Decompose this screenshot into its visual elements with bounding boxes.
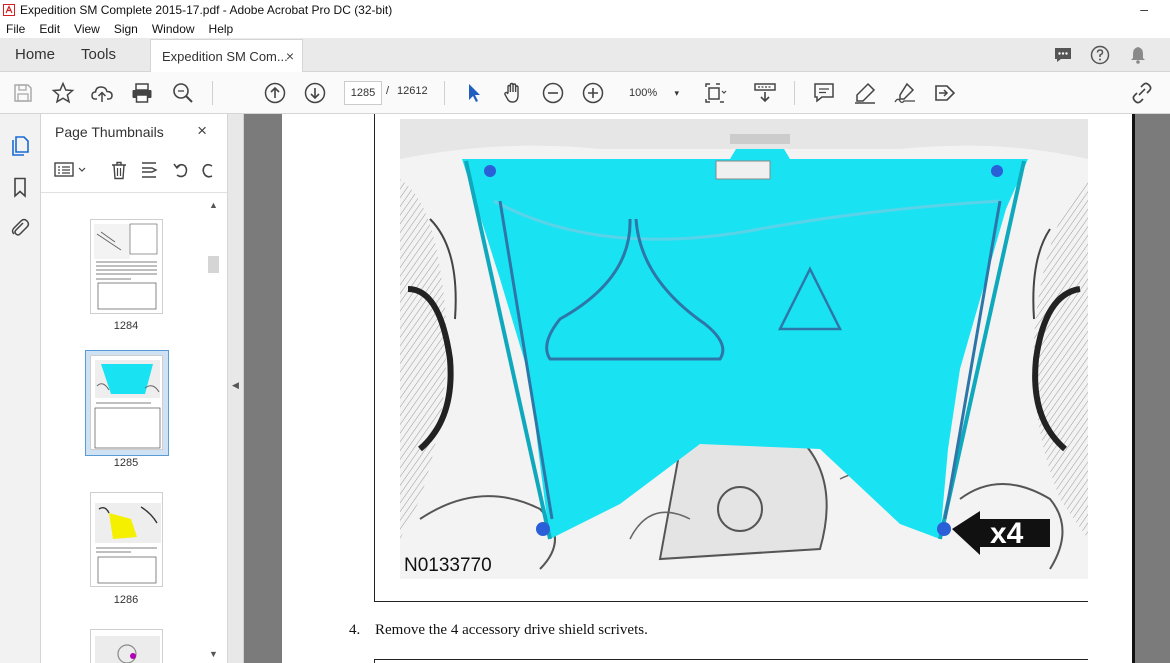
help-icon[interactable] — [1090, 45, 1110, 65]
toolbar-divider — [794, 81, 795, 105]
highlight-pen-icon[interactable] — [853, 81, 877, 105]
zoom-in-icon[interactable] — [581, 81, 605, 105]
page-thumbnail-1285[interactable] — [90, 355, 163, 450]
panel-title: Page Thumbnails — [55, 124, 164, 140]
bookmark-icon[interactable] — [9, 176, 31, 198]
thumbnail-label: 1285 — [113, 457, 139, 469]
chat-icon[interactable] — [1053, 45, 1073, 65]
trash-icon[interactable] — [109, 160, 129, 180]
figure-frame — [374, 601, 1088, 602]
page-thumbnail-next[interactable] — [90, 629, 163, 663]
sign-icon[interactable] — [893, 81, 917, 105]
upload-icon[interactable] — [90, 81, 114, 105]
page-number-input[interactable] — [344, 81, 382, 105]
tab-bar: Home Tools Expedition SM Com... × — [0, 38, 1170, 73]
step-text: Remove the 4 accessory drive shield scri… — [375, 622, 648, 638]
insert-page-icon[interactable] — [139, 160, 159, 180]
page-total: 12612 — [397, 85, 428, 97]
page-edge — [1132, 114, 1135, 663]
thumbnail-preview — [95, 503, 161, 584]
zoom-search-icon[interactable] — [171, 81, 195, 105]
send-icon[interactable] — [933, 81, 957, 105]
scrollbar-thumb[interactable] — [208, 256, 219, 273]
toolbar-divider — [444, 81, 445, 105]
thumbnail-preview — [94, 360, 161, 449]
window-title: Expedition SM Complete 2015-17.pdf - Ado… — [20, 2, 393, 17]
thumbnail-preview — [94, 223, 158, 310]
collapse-left-icon[interactable]: ◀ — [232, 380, 239, 391]
page-thumbnail-1286[interactable] — [90, 492, 163, 587]
page-up-icon[interactable] — [263, 81, 287, 105]
page-separator: / — [386, 85, 390, 97]
tab-close-button[interactable]: × — [286, 48, 294, 64]
page-thumbnails-icon[interactable] — [9, 134, 31, 156]
next-figure-frame — [374, 659, 375, 663]
tab-tools[interactable]: Tools — [81, 38, 116, 72]
print-icon[interactable] — [130, 81, 154, 105]
bell-icon[interactable] — [1128, 45, 1148, 65]
document-viewport[interactable]: x4 N0133770 4. Remove the 4 accessory dri… — [244, 114, 1170, 663]
pdf-page: x4 N0133770 4. Remove the 4 accessory dri… — [282, 114, 1134, 663]
left-nav-rail — [0, 114, 41, 663]
title-bar: Expedition SM Complete 2015-17.pdf - Ado… — [0, 0, 1170, 19]
procedure-step: 4. Remove the 4 accessory drive shield sc… — [349, 622, 648, 639]
zoom-value: 100% — [629, 87, 658, 99]
chevron-down-icon[interactable]: ▼ — [209, 649, 218, 659]
chevron-down-icon: ▾ — [674, 88, 679, 98]
thumbnail-label: 1286 — [113, 594, 139, 606]
zoom-out-icon[interactable] — [541, 81, 565, 105]
select-arrow-icon[interactable] — [462, 81, 486, 105]
thumbnail-scrollbar[interactable]: ▲ ▼ — [206, 196, 220, 663]
save-icon[interactable] — [11, 81, 35, 105]
tab-document[interactable]: Expedition SM Com... × — [150, 39, 303, 73]
figure-frame — [374, 114, 375, 602]
thumbnail-label: 1284 — [113, 320, 139, 332]
minimize-button[interactable]: – — [1140, 1, 1148, 17]
hand-icon[interactable] — [501, 81, 525, 105]
step-number: 4. — [349, 622, 361, 638]
zoom-dropdown[interactable]: 100% ▾ — [620, 81, 686, 105]
menu-edit[interactable]: Edit — [39, 22, 60, 36]
rotate-cw-icon[interactable] — [199, 160, 213, 180]
comment-icon[interactable] — [812, 81, 836, 105]
menu-view[interactable]: View — [74, 22, 100, 36]
rotate-ccw-icon[interactable] — [171, 160, 191, 180]
panel-divider — [41, 192, 227, 193]
tab-document-label: Expedition SM Com... — [162, 49, 288, 64]
next-figure-frame — [374, 659, 1088, 660]
scroll-mode-icon[interactable] — [753, 81, 777, 105]
menu-help[interactable]: Help — [209, 22, 234, 36]
page-thumbnail-1284[interactable] — [90, 219, 163, 314]
toolbar-divider — [212, 81, 213, 105]
options-menu-icon[interactable] — [54, 160, 88, 180]
menu-window[interactable]: Window — [152, 22, 195, 36]
page-down-icon[interactable] — [303, 81, 327, 105]
attachment-icon[interactable] — [9, 217, 31, 239]
chevron-up-icon[interactable]: ▲ — [209, 200, 218, 210]
acrobat-logo-icon — [3, 3, 15, 16]
page-thumbnails-panel: Page Thumbnails × 1284 1285 1286 ▲ ▼ — [41, 114, 228, 663]
menu-bar: File Edit View Sign Window Help — [0, 19, 1170, 38]
figure-id: N0133770 — [404, 555, 492, 576]
menu-sign[interactable]: Sign — [114, 22, 138, 36]
share-link-icon[interactable] — [1130, 81, 1154, 105]
tab-home[interactable]: Home — [15, 38, 55, 72]
callout-label: x4 — [990, 517, 1024, 550]
menu-file[interactable]: File — [6, 22, 25, 36]
accessory-drive-shield-illustration: x4 N0133770 — [400, 119, 1088, 579]
close-icon[interactable]: × — [197, 121, 207, 141]
main-toolbar: / 12612 100% ▾ — [0, 72, 1170, 114]
fit-page-icon[interactable] — [703, 81, 727, 105]
panel-collapse-strip[interactable]: ◀ — [228, 114, 244, 663]
star-icon[interactable] — [51, 81, 75, 105]
thumbnail-preview — [95, 636, 160, 663]
